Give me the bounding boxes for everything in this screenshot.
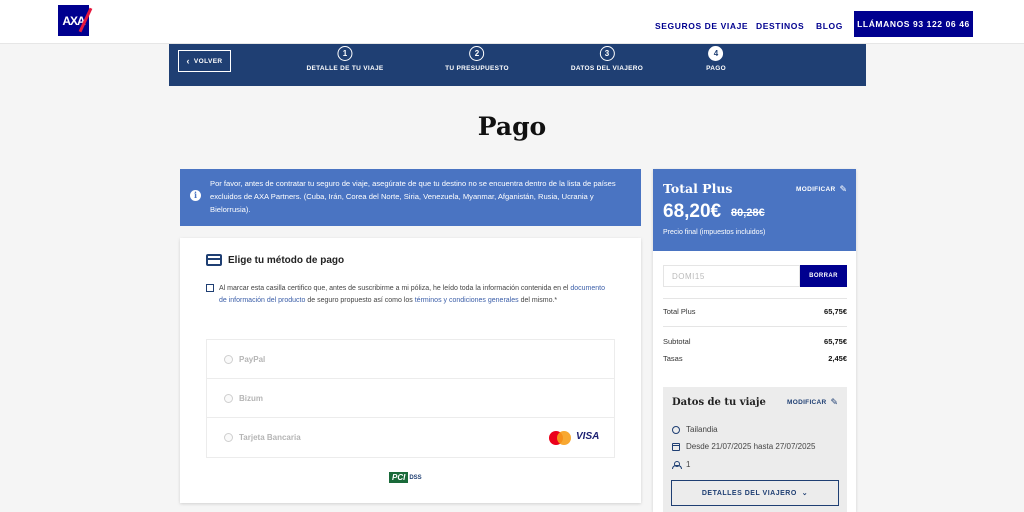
modify-plan-link[interactable]: MODIFICAR ✎ (796, 185, 847, 194)
plan-name: Total Plus (663, 181, 733, 196)
modify-label: MODIFICAR (796, 186, 836, 193)
price-note: Precio final (impuestos incluidos) (663, 229, 766, 236)
old-price: 80,28€ (731, 207, 765, 219)
step-label: DATOS DEL VIAJERO (570, 65, 644, 72)
pci-dss-icon: PCI DSS (389, 472, 422, 483)
row-label: Tasas (663, 354, 683, 363)
checkout-steps: ‹ VOLVER 1 DETALLE DE TU VIAJE 2 TU PRES… (169, 44, 866, 86)
step-datos-viajero: 3 DATOS DEL VIAJERO (571, 46, 643, 72)
mastercard-icon (549, 431, 571, 445)
excluded-countries-banner: i Por favor, antes de contratar tu segur… (180, 169, 641, 226)
axa-logo[interactable]: AXA (58, 5, 93, 36)
row-tasas: Tasas 2,45€ (663, 354, 847, 363)
step-number: 3 (599, 46, 615, 61)
traveler-details-button[interactable]: DETALLES DEL VIAJERO ⌄ (671, 480, 839, 506)
row-value: 2,45€ (828, 354, 847, 363)
visa-icon: VISA (576, 431, 600, 442)
row-total-plus: Total Plus 65,75€ (663, 307, 847, 316)
method-label: Bizum (239, 393, 263, 403)
method-label: PayPal (239, 354, 266, 364)
consent-text-part: del mismo.* (518, 297, 558, 304)
step-number: 1 (337, 46, 353, 61)
nav-seguros-de-viaje[interactable]: SEGUROS DE VIAJE (655, 21, 748, 31)
step-number: 2 (469, 46, 485, 61)
pencil-icon: ✎ (839, 184, 848, 194)
step-label: DETALLE DE TU VIAJE (306, 65, 384, 72)
radio-bizum[interactable] (224, 393, 233, 403)
order-summary: Total Plus MODIFICAR ✎ 68,20€ 80,28€ Pre… (653, 169, 856, 512)
payment-methods-list: PayPal Bizum Tarjeta Bancaria VISA (206, 339, 615, 458)
consent-block: Al marcar esta casilla certifico que, an… (206, 283, 606, 307)
chevron-left-icon: ‹ (186, 55, 190, 66)
traveler-details-label: DETALLES DEL VIAJERO (701, 489, 797, 497)
remove-promo-button[interactable]: BORRAR (800, 265, 847, 287)
divider (663, 298, 847, 299)
row-value: 65,75€ (824, 337, 847, 346)
method-bizum[interactable]: Bizum (207, 379, 614, 418)
pencil-icon: ✎ (830, 397, 839, 407)
credit-card-icon (206, 254, 222, 266)
payment-title: Elige tu método de pago (228, 254, 345, 266)
info-icon: i (190, 190, 201, 201)
payment-method-card: Elige tu método de pago Al marcar esta c… (180, 238, 641, 503)
terms-link[interactable]: términos y condiciones generales (415, 297, 519, 304)
user-icon (672, 460, 682, 469)
row-subtotal: Subtotal 65,75€ (663, 337, 847, 346)
destination-value: Tailandia (686, 425, 718, 434)
modify-label: MODIFICAR (787, 399, 827, 406)
method-label: Tarjeta Bancaria (239, 433, 301, 442)
modify-trip-link[interactable]: MODIFICAR ✎ (787, 398, 838, 407)
back-button[interactable]: ‹ VOLVER (178, 50, 231, 72)
consent-text-part: Al marcar esta casilla certifico que, an… (219, 285, 571, 292)
banner-text: Por favor, antes de contratar tu seguro … (210, 179, 616, 214)
row-label: Subtotal (663, 337, 691, 346)
consent-text: Al marcar esta casilla certifico que, an… (206, 283, 606, 307)
nav-destinos[interactable]: DESTINOS (756, 21, 804, 31)
trip-travelers: 1 (672, 460, 690, 469)
plan-box: Total Plus MODIFICAR ✎ 68,20€ 80,28€ Pre… (653, 169, 856, 251)
top-header: AXA SEGUROS DE VIAJE DESTINOS BLOG LLÁMA… (0, 0, 1024, 44)
dss-label: DSS (409, 474, 422, 481)
radio-paypal[interactable] (224, 354, 233, 364)
call-button[interactable]: LLÁMANOS 93 122 06 46 (854, 11, 973, 37)
nav-blog[interactable]: BLOG (816, 21, 843, 31)
final-price: 68,20€ (663, 201, 722, 222)
trip-details-box: Datos de tu viaje MODIFICAR ✎ Tailandia … (663, 387, 847, 512)
step-detalle: 1 DETALLE DE TU VIAJE (306, 46, 383, 72)
row-value: 65,75€ (824, 307, 847, 316)
trip-destination: Tailandia (672, 425, 718, 434)
method-tarjeta[interactable]: Tarjeta Bancaria VISA (207, 418, 614, 457)
payment-header: Elige tu método de pago (206, 254, 344, 266)
chevron-down-icon: ⌄ (801, 490, 809, 497)
globe-icon (672, 425, 680, 434)
trip-title: Datos de tu viaje (672, 397, 766, 408)
step-number: 4 (708, 46, 724, 61)
consent-checkbox[interactable] (206, 284, 214, 292)
divider (663, 326, 847, 327)
calendar-icon (672, 442, 680, 451)
page-title: Pago (477, 112, 547, 141)
row-label: Total Plus (663, 307, 696, 316)
back-label: VOLVER (193, 57, 223, 65)
radio-tarjeta[interactable] (224, 433, 233, 442)
promo-code-input[interactable] (663, 265, 800, 287)
dates-value: Desde 21/07/2025 hasta 27/07/2025 (686, 442, 816, 451)
pci-label: PCI (389, 472, 409, 483)
travelers-value: 1 (686, 460, 691, 469)
step-pago: 4 PAGO (706, 46, 726, 72)
consent-text-part: de seguro propuesto así como los (305, 297, 415, 304)
step-presupuesto: 2 TU PRESUPUESTO (445, 46, 509, 72)
step-label: PAGO (706, 65, 726, 72)
method-paypal[interactable]: PayPal (207, 340, 614, 379)
trip-dates: Desde 21/07/2025 hasta 27/07/2025 (672, 442, 815, 451)
step-label: TU PRESUPUESTO (445, 65, 509, 72)
